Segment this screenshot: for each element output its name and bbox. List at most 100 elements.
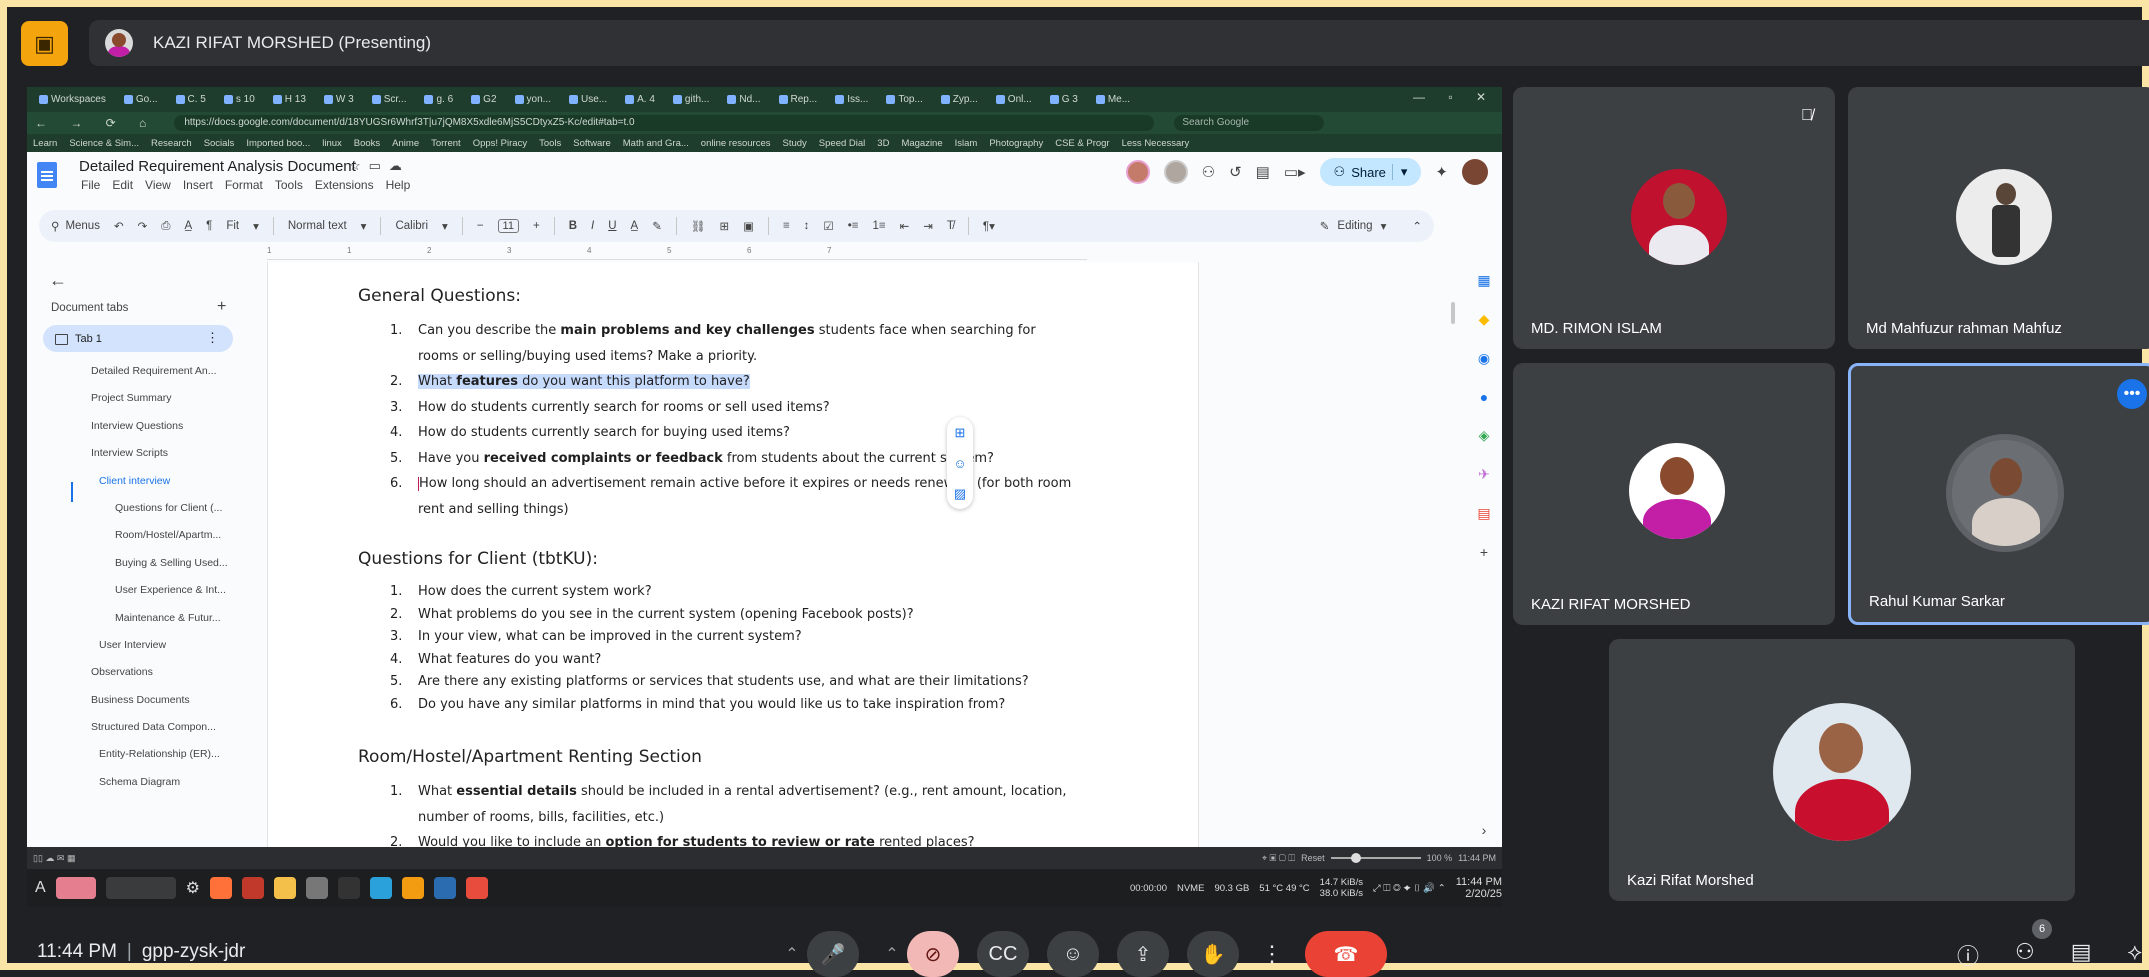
browser-tab[interactable]: H 13 <box>267 91 312 109</box>
chevron-up-icon[interactable]: ⌃ <box>777 931 807 977</box>
suggest-edit-icon[interactable]: ▨ <box>954 486 966 502</box>
add-comment-icon[interactable]: ⊞ <box>955 425 966 441</box>
nav-buttons[interactable]: ← → ⟳ ⌂ <box>27 116 156 130</box>
outline-item[interactable]: Interview Questions <box>27 413 265 440</box>
menu-extensions[interactable]: Extensions <box>315 178 374 192</box>
list-item[interactable]: 5. Have you received complaints or feedba… <box>378 446 1078 472</box>
list-item[interactable]: 4. How do students currently search for b… <box>378 420 1078 446</box>
outline-item[interactable]: Interview Scripts <box>27 440 265 467</box>
bookmark-item[interactable]: Torrent <box>431 138 461 149</box>
list-item[interactable]: 2. What features do you want this platfor… <box>378 369 1078 395</box>
info-icon[interactable]: ⓘ <box>1957 939 1979 971</box>
addon-icon[interactable]: ✈ <box>1478 466 1490 483</box>
outline-item[interactable]: Observations <box>27 659 265 686</box>
increase-size-icon[interactable]: + <box>533 220 540 232</box>
vivaldi-icon[interactable] <box>242 877 265 899</box>
participant-tile[interactable]: KAZI RIFAT MORSHED <box>1513 363 1835 625</box>
bookmark-item[interactable]: Study <box>783 138 807 149</box>
firefox-icon[interactable] <box>210 877 233 899</box>
history-icon[interactable]: ↺ <box>1229 163 1242 181</box>
browser-tab[interactable]: Onl... <box>990 91 1038 109</box>
outline-item[interactable]: User Interview <box>27 632 265 659</box>
comment-icon[interactable]: ▤ <box>1256 163 1270 181</box>
browser-tab[interactable]: A. 4 <box>619 91 661 109</box>
participant-tile[interactable]: 🎙̸ MD. RIMON ISLAM <box>1513 87 1835 349</box>
link-icon[interactable]: ⛓ <box>691 219 706 233</box>
spellcheck-icon[interactable]: A̲ <box>184 220 192 232</box>
doc-title[interactable]: Detailed Requirement Analysis Document <box>79 158 356 175</box>
bold-icon[interactable]: B <box>569 220 577 232</box>
bookmark-item[interactable]: Books <box>354 138 380 149</box>
gemini-icon[interactable]: ✦ <box>1435 163 1448 181</box>
editing-mode-select[interactable]: ✎ Editing ▾ ⌃ <box>1320 219 1422 233</box>
files-icon[interactable] <box>274 877 297 899</box>
font-select[interactable]: Calibri <box>395 220 428 232</box>
zoom-select[interactable]: Fit <box>226 220 239 232</box>
scrollbar-thumb[interactable] <box>1451 302 1455 324</box>
addon2-icon[interactable]: ▤ <box>1477 505 1490 522</box>
bookmark-item[interactable]: Science & Sim... <box>69 138 139 149</box>
people-icon[interactable]: ⚇ <box>2015 939 2035 971</box>
list-item[interactable]: 1. Can you describe the main problems and… <box>378 318 1078 369</box>
style-select[interactable]: Normal text <box>288 220 347 232</box>
docs-logo-icon[interactable] <box>37 162 57 188</box>
add-comment-icon[interactable]: ⊞ <box>719 219 729 233</box>
app-icon[interactable] <box>306 877 329 899</box>
list-item[interactable]: 2. What problems do you see in the curren… <box>378 604 1078 627</box>
app-icon[interactable] <box>434 877 457 899</box>
raise-hand-button[interactable]: ✋ <box>1187 931 1239 977</box>
outline-item[interactable]: Maintenance & Futur... <box>27 605 265 632</box>
list-item[interactable]: 1. How does the current system work? <box>378 581 1078 604</box>
telegram-icon[interactable] <box>370 877 393 899</box>
list-item[interactable]: 3. In your view, what can be improved in … <box>378 626 1078 649</box>
menu-view[interactable]: View <box>145 178 171 192</box>
undo-icon[interactable]: ↶ <box>114 219 124 233</box>
print-icon[interactable]: ⎙ <box>161 220 170 233</box>
italic-icon[interactable]: I <box>591 220 594 232</box>
bullet-list-icon[interactable]: •≡ <box>848 220 859 232</box>
bookmark-item[interactable]: Tools <box>539 138 561 149</box>
bookmark-item[interactable]: Less Necessary <box>1122 138 1190 149</box>
bookmark-item[interactable]: Islam <box>955 138 978 149</box>
activities-icon[interactable]: ⟡ <box>2128 939 2143 971</box>
list-item[interactable]: 6. Do you have any similar platforms in m… <box>378 694 1078 717</box>
start-icon[interactable]: A <box>35 879 46 897</box>
meeting-code[interactable]: gpp-zysk-jdr <box>142 941 245 962</box>
list-item[interactable]: 3. How do students currently search for r… <box>378 395 1078 421</box>
stop-presenting-icon[interactable]: ▣ <box>21 21 68 66</box>
browser-tab[interactable]: g. 6 <box>418 91 459 109</box>
participant-tile[interactable]: Md Mahfuzur rahman Mahfuz <box>1848 87 2149 349</box>
browser-tab[interactable]: Iss... <box>829 91 874 109</box>
list-item[interactable]: 6. How long should an advertisement remai… <box>378 471 1078 522</box>
zoom-controls[interactable]: ⌖ ▣ ▢ ◫ Reset 100 % 11:44 PM <box>1262 853 1496 864</box>
taskbar-clock[interactable]: 11:44 PM 2/20/25 <box>1456 876 1502 900</box>
keep-icon[interactable]: ◆ <box>1479 311 1490 328</box>
zoom-reset[interactable]: Reset <box>1301 853 1325 863</box>
align-icon[interactable]: ≡ <box>783 220 790 232</box>
bookmark-item[interactable]: online resources <box>701 138 771 149</box>
bookmark-item[interactable]: Opps! Piracy <box>473 138 527 149</box>
chat-icon[interactable]: ▤ <box>2071 939 2092 971</box>
window-controls[interactable]: — ▫ ✕ <box>1413 90 1496 104</box>
menu-tools[interactable]: Tools <box>275 178 303 192</box>
bookmark-item[interactable]: Anime <box>392 138 419 149</box>
decrease-size-icon[interactable]: − <box>477 220 484 232</box>
contacts-icon[interactable]: ● <box>1480 389 1488 405</box>
bookmark-item[interactable]: Socials <box>204 138 235 149</box>
increase-indent-icon[interactable]: ⇥ <box>923 219 933 233</box>
app-icon[interactable] <box>466 877 489 899</box>
chevron-up-icon[interactable]: ⌃ <box>1412 219 1422 233</box>
list-item[interactable]: 5. Are there any existing platforms or se… <box>378 671 1078 694</box>
url-field[interactable]: https://docs.google.com/document/d/18YUG… <box>174 115 1155 131</box>
outline-item[interactable]: Questions for Client (... <box>27 495 265 522</box>
menu-file[interactable]: File <box>81 178 100 192</box>
browser-tab[interactable]: Top... <box>880 91 928 109</box>
chevron-down-icon[interactable]: ▾ <box>1391 164 1407 180</box>
tray-icons[interactable]: ⤢ ◫ ◎ ✦ ▯ 🔊 ⌃ <box>1373 883 1446 894</box>
browser-tab[interactable]: Go... <box>118 91 164 109</box>
browser-tab[interactable]: Scr... <box>366 91 413 109</box>
participant-tile[interactable]: Kazi Rifat Morshed <box>1609 639 2075 901</box>
add-addon-icon[interactable]: + <box>1480 544 1488 560</box>
font-size-field[interactable]: 11 <box>497 219 519 233</box>
list-item[interactable]: 4. What features do you want? <box>378 649 1078 672</box>
